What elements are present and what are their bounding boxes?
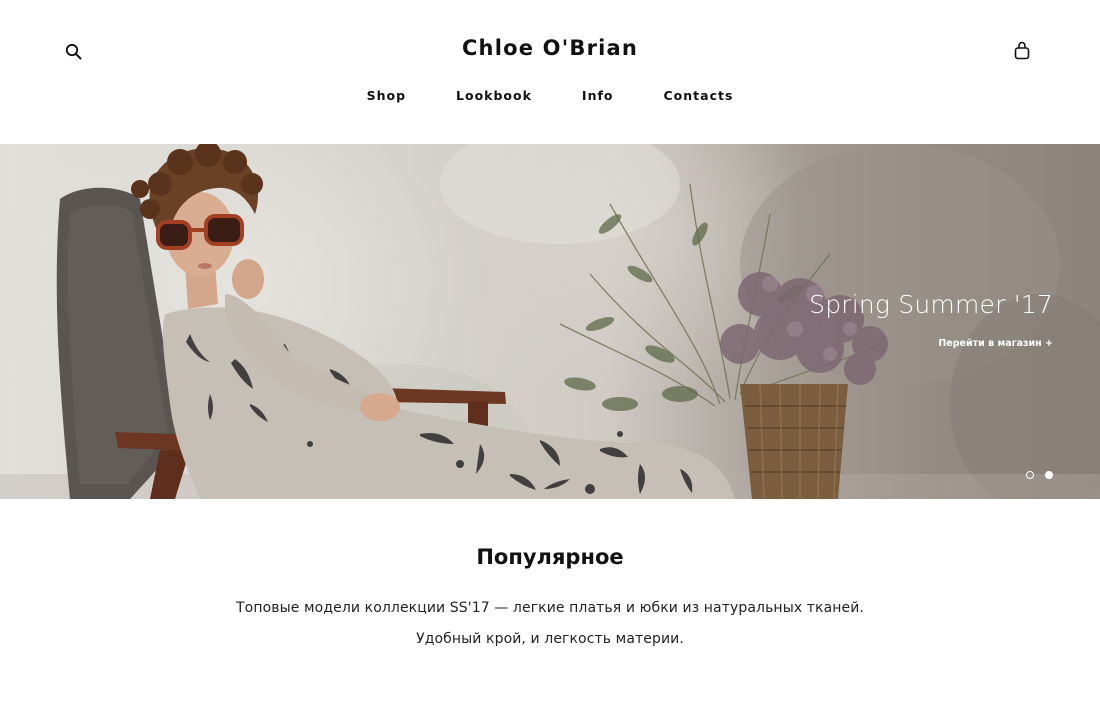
slider-dots [1026, 471, 1053, 479]
popular-description-line-2: Удобный крой, и легкость материи. [416, 631, 684, 647]
cart-button[interactable] [1011, 38, 1033, 62]
nav-item-lookbook[interactable]: Lookbook [456, 88, 532, 103]
hero-slider: Spring Summer '17 Перейти в магазин + [0, 144, 1100, 499]
popular-description-line-1: Топовые модели коллекции SS'17 — легкие … [236, 600, 864, 616]
popular-title: Популярное [476, 545, 624, 569]
nav-item-shop[interactable]: Shop [367, 88, 406, 103]
hero-title: Spring Summer '17 [809, 290, 1053, 319]
main-nav: Shop Lookbook Info Contacts [0, 88, 1100, 103]
slider-dot-2[interactable] [1045, 471, 1053, 479]
slider-dot-1[interactable] [1026, 471, 1034, 479]
nav-item-contacts[interactable]: Contacts [664, 88, 734, 103]
nav-item-info[interactable]: Info [582, 88, 614, 103]
shopping-bag-icon [1014, 41, 1030, 59]
shop-now-link[interactable]: Перейти в магазин + [938, 338, 1053, 349]
site-header: Chloe O'Brian Shop Lookbook Info Contact… [0, 0, 1100, 144]
hero-image [0, 144, 1100, 499]
brand-logo[interactable]: Chloe O'Brian [0, 36, 1100, 60]
